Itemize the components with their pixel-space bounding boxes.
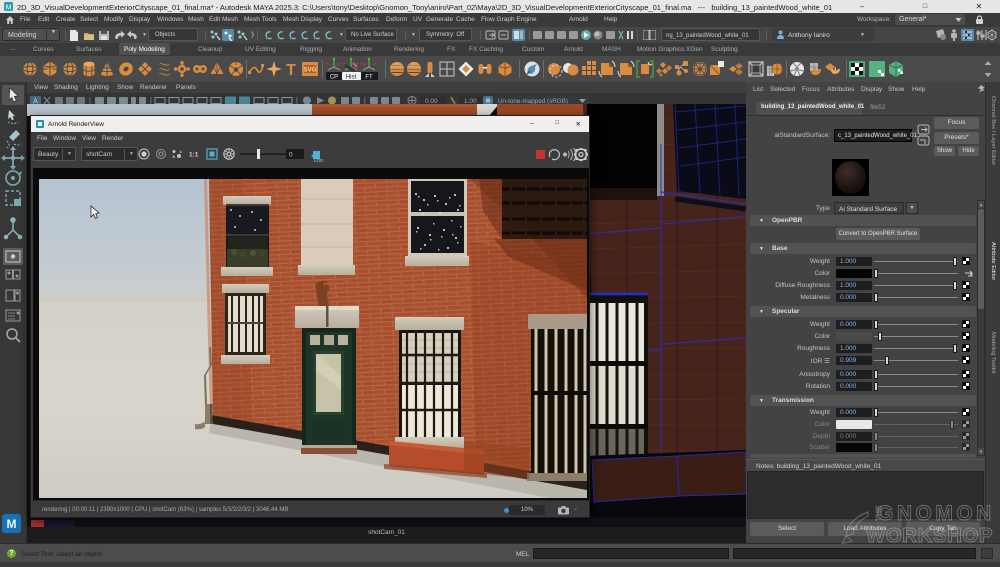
svg-text:LOG: LOG bbox=[314, 158, 324, 162]
svg-text:1:1: 1:1 bbox=[189, 152, 199, 159]
svg-text:FT: FT bbox=[365, 75, 373, 81]
svg-text:CP: CP bbox=[330, 75, 338, 81]
svg-text:M: M bbox=[7, 517, 17, 531]
svg-text:0: 0 bbox=[289, 152, 293, 159]
svg-text:M: M bbox=[6, 5, 12, 12]
svg-text:Hist: Hist bbox=[346, 75, 357, 81]
